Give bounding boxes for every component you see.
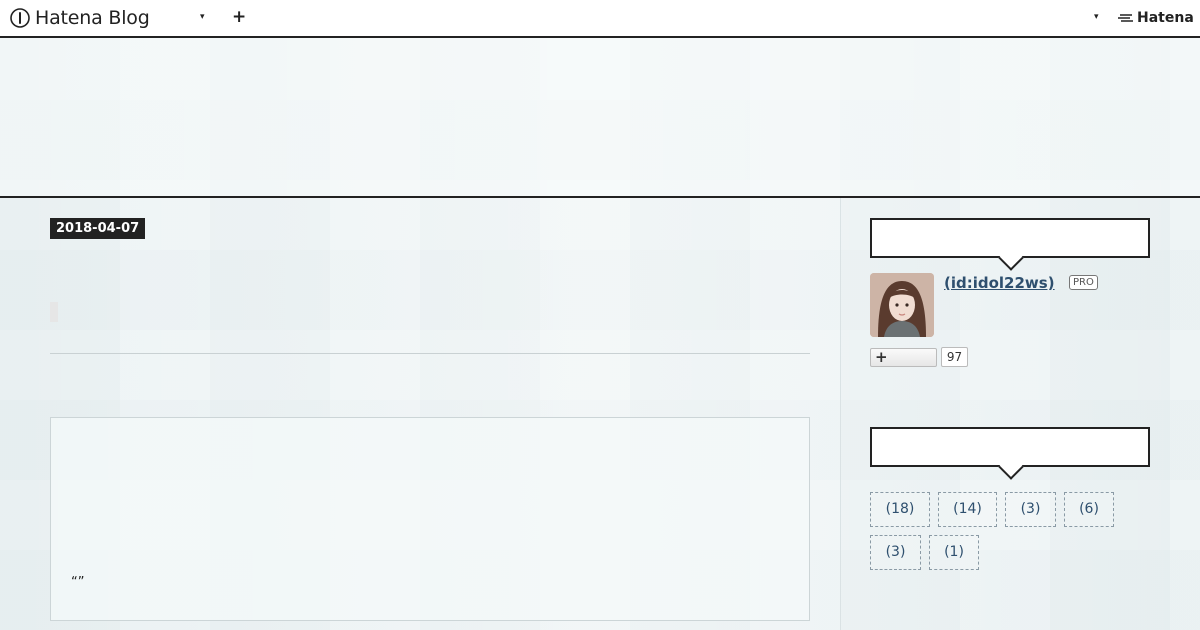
category-tag[interactable]: (6): [1064, 492, 1114, 527]
category-tag[interactable]: (3): [1005, 492, 1056, 527]
entry-title[interactable]: [50, 302, 58, 322]
category-tag[interactable]: (18): [870, 492, 930, 527]
divider: [50, 353, 810, 354]
entry-date[interactable]: 2018-04-07: [50, 218, 146, 239]
hatena-blog-icon: [10, 8, 30, 28]
entry-quote: “”: [71, 575, 85, 590]
profile-module-title: [870, 218, 1150, 258]
pro-badge: PRO: [1069, 275, 1098, 290]
sidebar-divider: [840, 198, 841, 630]
hatena-logo[interactable]: Hatena: [1118, 10, 1194, 26]
category-module-title: [870, 427, 1150, 467]
category-tag[interactable]: (14): [938, 492, 997, 527]
avatar[interactable]: [870, 273, 934, 337]
entry-body: “”: [50, 417, 810, 621]
hatena-blog-logo[interactable]: Hatena Blog: [10, 7, 150, 29]
blog-header: [0, 38, 1200, 198]
hatena-mark-icon: [1118, 14, 1133, 22]
avatar-image: [870, 273, 934, 337]
follow-button[interactable]: +: [870, 348, 937, 367]
category-tag[interactable]: (1): [929, 535, 979, 570]
profile-id-link[interactable]: (id:idol22ws): [944, 274, 1055, 292]
global-header: Hatena Blog ▾ + ▾ Hatena: [0, 0, 1200, 38]
plus-icon: +: [875, 348, 888, 366]
caret-down-icon[interactable]: ▾: [1094, 12, 1099, 22]
caret-down-icon[interactable]: ▾: [200, 12, 205, 22]
follower-count[interactable]: 97: [941, 347, 968, 367]
hatena-wordmark: Hatena: [1137, 10, 1194, 26]
category-tag[interactable]: (3): [870, 535, 921, 570]
brand-name: Hatena Blog: [35, 7, 150, 29]
plus-icon[interactable]: +: [232, 7, 246, 27]
